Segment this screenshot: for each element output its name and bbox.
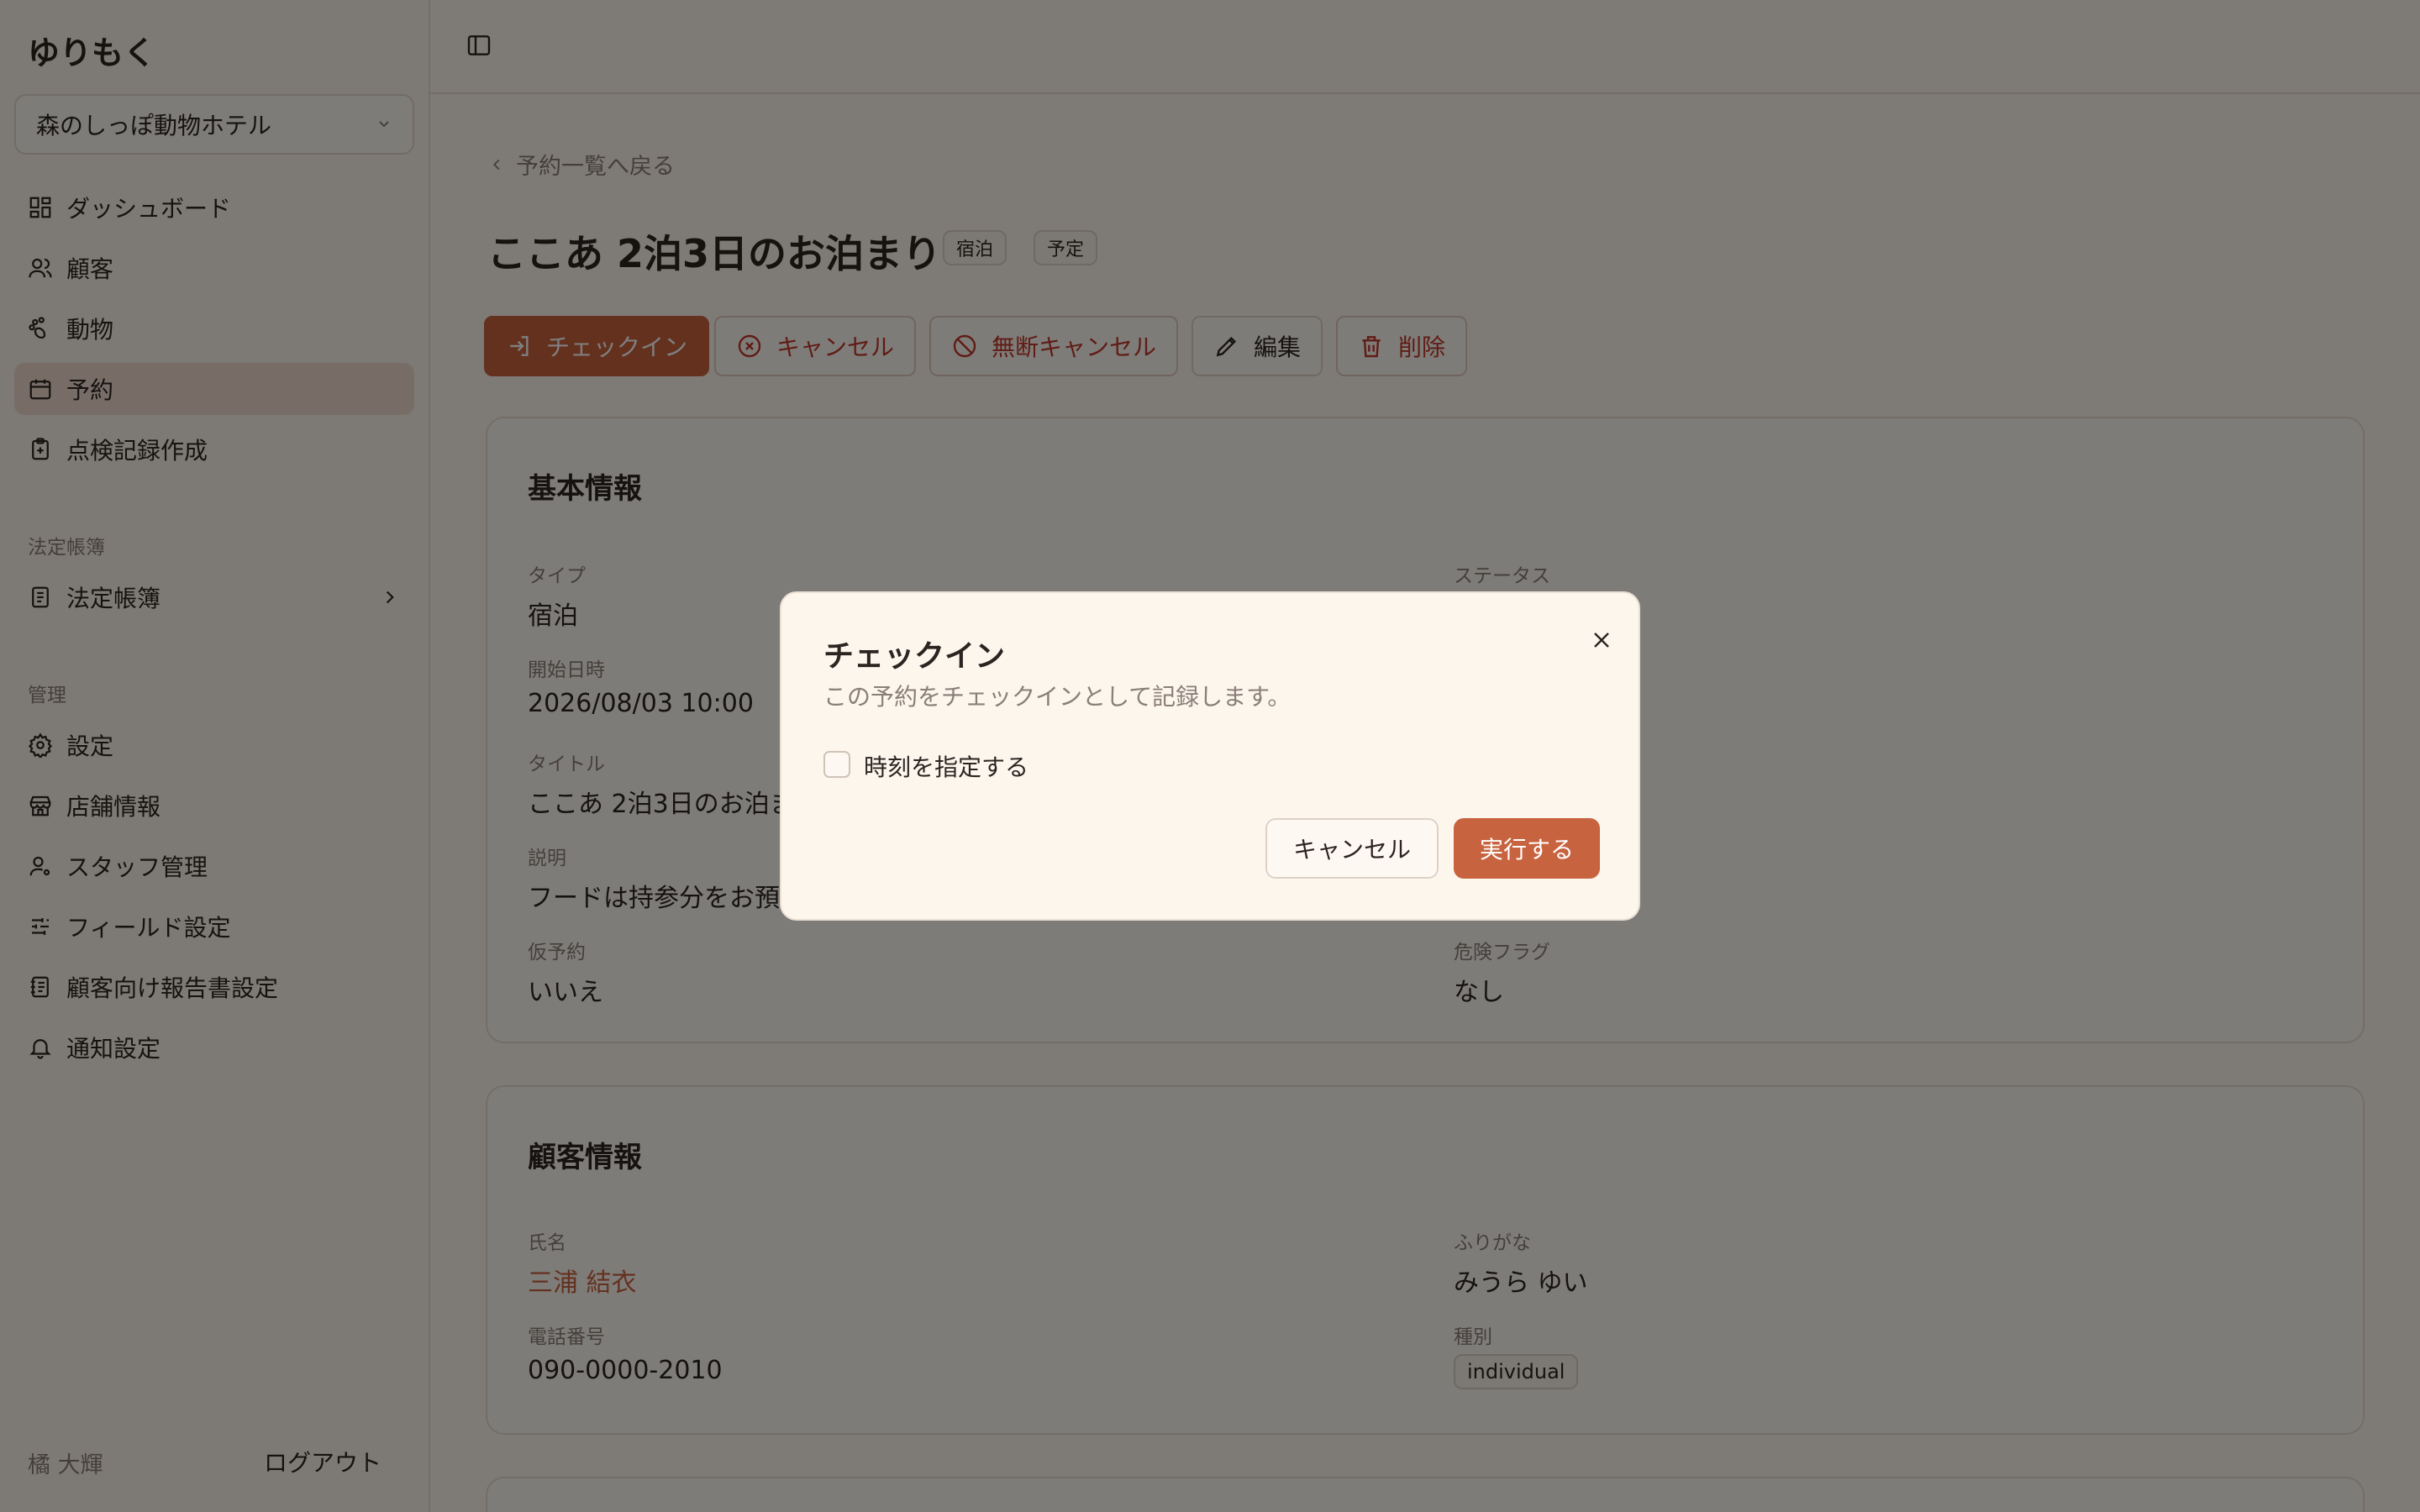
dialog-description: この予約をチェックインとして記録します。 bbox=[823, 683, 1292, 711]
close-icon[interactable] bbox=[1588, 627, 1615, 654]
dialog-title: チェックイン bbox=[823, 639, 1006, 674]
dialog-submit-button[interactable]: 実行する bbox=[1454, 818, 1600, 879]
specify-time-label[interactable]: 時刻を指定する bbox=[864, 749, 1028, 783]
checkin-dialog: チェックイン この予約をチェックインとして記録します。 時刻を指定する キャンセ… bbox=[780, 591, 1640, 921]
dialog-cancel-button[interactable]: キャンセル bbox=[1265, 818, 1439, 879]
specify-time-checkbox[interactable] bbox=[823, 751, 850, 778]
